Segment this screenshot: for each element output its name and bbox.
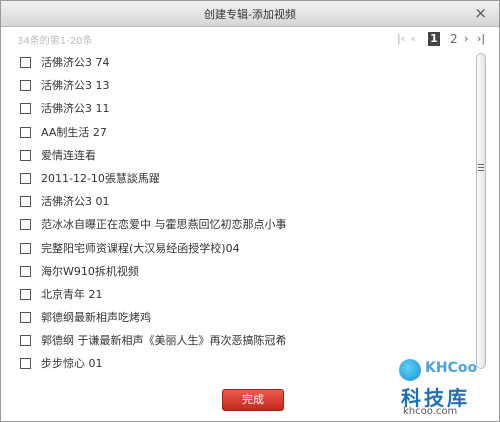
video-title: 活佛济公3 01 [41, 195, 110, 209]
video-title: 活佛济公3 13 [41, 79, 110, 93]
list-item[interactable]: AA制生活 27 [17, 121, 467, 144]
list-item[interactable]: 海尔W910拆机视频 [17, 260, 467, 283]
checkbox[interactable] [20, 265, 31, 277]
list-item[interactable]: 活佛济公3 13 [17, 74, 467, 97]
close-icon[interactable]: × [474, 4, 487, 22]
watermark-url: khcoo.com [403, 406, 458, 417]
video-title: 郭德纲 于谦最新相声《美丽人生》再次恶搞陈冠希 [41, 334, 287, 348]
next-page-icon[interactable]: › [464, 30, 468, 48]
current-page: 1 [428, 32, 440, 46]
checkbox[interactable] [20, 126, 31, 138]
list-item[interactable]: 郭德纲最新相声吃烤鸡 [17, 306, 467, 329]
checkbox[interactable] [20, 80, 31, 92]
page-2-link[interactable]: 2 [450, 30, 458, 48]
video-title: 海尔W910拆机视频 [41, 264, 139, 278]
list-item[interactable]: 爱情连连看 [17, 144, 467, 167]
checkbox[interactable] [20, 57, 31, 68]
book-icon [399, 359, 421, 381]
list-item[interactable]: 范冰冰自曝正在恋爱中 与霍思燕回忆初恋那点小事 [17, 213, 467, 236]
watermark-brand: KHCoo [425, 360, 478, 376]
video-title: 郭德纲最新相声吃烤鸡 [41, 311, 151, 325]
checkbox[interactable] [20, 103, 31, 115]
checkbox[interactable] [20, 288, 31, 300]
video-title: 完整阳宅师资课程(大汉易经函授学校)04 [41, 241, 240, 255]
title-bar[interactable]: 创建专辑-添加视频 × [1, 1, 499, 27]
list-item[interactable]: 完整阳宅师资课程(大汉易经函授学校)04 [17, 237, 467, 260]
scrollbar-thumb[interactable] [476, 53, 486, 369]
checkbox[interactable] [20, 358, 31, 370]
prev-page-icon[interactable]: ‹ [411, 30, 415, 48]
video-title: 北京青年 21 [41, 287, 103, 301]
video-title: 活佛济公3 74 [41, 56, 110, 69]
dialog-title: 创建专辑-添加视频 [204, 8, 296, 21]
list-item[interactable]: 活佛济公3 01 [17, 190, 467, 213]
checkbox[interactable] [20, 196, 31, 208]
list-item[interactable]: 郭德纲 于谦最新相声《美丽人生》再次恶搞陈冠希 [17, 329, 467, 352]
video-list: 活佛济公3 74 活佛济公3 13 活佛济公3 11 AA制生活 27 爱情连连… [17, 51, 467, 376]
checkbox[interactable] [20, 149, 31, 161]
scrollbar[interactable] [476, 51, 486, 371]
list-item[interactable]: 活佛济公3 11 [17, 97, 467, 120]
video-title: 步步惊心 01 [41, 357, 103, 371]
list-item[interactable]: 活佛济公3 74 [17, 51, 467, 74]
list-item[interactable]: 北京青年 21 [17, 283, 467, 306]
list-item[interactable]: 2011-12-10張慧談馬躍 [17, 167, 467, 190]
watermark-logo: KHCoo 科技库 khcoo.com [399, 356, 497, 420]
checkbox[interactable] [20, 335, 31, 347]
video-title: 范冰冰自曝正在恋爱中 与霍思燕回忆初恋那点小事 [41, 218, 287, 232]
add-video-dialog: 创建专辑-添加视频 × 34条的第1-20条 |‹ ‹ 1 2 › ›| 活佛济… [0, 0, 500, 422]
watermark-badge: KHCoo [399, 356, 478, 382]
first-page-icon[interactable]: |‹ [397, 30, 405, 48]
checkbox[interactable] [20, 312, 31, 324]
checkbox[interactable] [20, 242, 31, 254]
video-title: 2011-12-10張慧談馬躍 [41, 171, 160, 185]
checkbox[interactable] [20, 172, 31, 184]
video-title: 爱情连连看 [41, 148, 96, 162]
video-title: AA制生活 27 [41, 125, 107, 139]
grip-icon [478, 164, 484, 173]
video-title: 活佛济公3 11 [41, 102, 110, 116]
result-count: 34条的第1-20条 [17, 36, 93, 47]
checkbox[interactable] [20, 219, 31, 231]
done-button[interactable]: 完成 [222, 389, 284, 411]
last-page-icon[interactable]: ›| [477, 30, 485, 48]
